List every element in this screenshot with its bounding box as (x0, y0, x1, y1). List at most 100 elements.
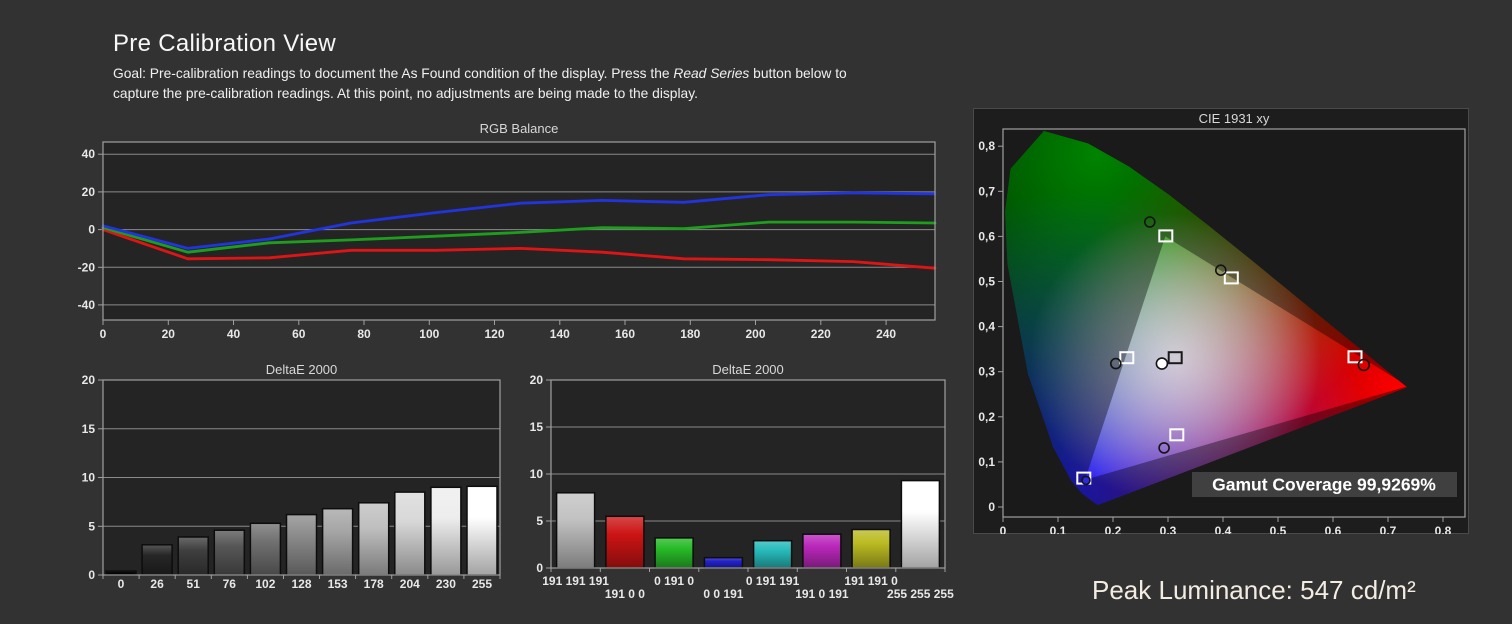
bar-label: 51 (187, 577, 201, 591)
bar-255-255-255 (900, 479, 941, 569)
grayscale-deltae-chart: 0 5 10 15 20 0 26 51 76 102 128 153 178 204 230 255 Delt… (60, 358, 510, 600)
bar-label: 191 191 191 (542, 574, 609, 588)
bar-102 (249, 522, 282, 576)
rgb-balance-svg: 40200-20-400 20 40 60 80 100 120 140 160 180 200 22… (78, 121, 937, 341)
y-axis-label: 20 (530, 373, 544, 387)
y-axis-label: 0,1 (978, 455, 995, 469)
bar-label: 230 (436, 577, 456, 591)
pre-calibration-view-page: { "page": { "title": "Pre Calibration Vi… (0, 0, 1512, 624)
plot-background (103, 142, 935, 320)
x-axis-label: 160 (615, 327, 635, 341)
bar-204 (394, 491, 426, 576)
bar-label: 0 191 0 (654, 574, 694, 588)
y-axis-label: 0,7 (978, 184, 995, 198)
y-axis-label: 0,6 (978, 229, 995, 243)
bar-230 (430, 486, 462, 576)
bar-label: 0 (118, 577, 125, 591)
color-deltae-chart: 0 5 10 15 20 191 191 191 191 0 0 0 191 0 0 0 191… (510, 358, 965, 613)
y-axis-label: 10 (530, 467, 544, 481)
x-axis-label: 0,1 (1050, 524, 1067, 534)
measured-point-blue (1081, 475, 1091, 486)
grayscale_deltae-svg: 0 5 10 15 20 0 26 51 76 102 128 153 178 204 230 255 Delt… (82, 362, 501, 591)
bar-label: 255 255 255 (887, 587, 954, 601)
y-axis-label: 20 (82, 185, 96, 199)
y-axis-label: -40 (78, 298, 96, 312)
y-axis-label: 10 (82, 471, 96, 485)
bar-128 (285, 513, 318, 576)
x-axis-label: 0,6 (1325, 524, 1342, 534)
bar-76 (213, 529, 246, 576)
x-axis-label: 180 (680, 327, 700, 341)
y-axis-label: 5 (536, 514, 543, 528)
bar-51 (177, 536, 209, 576)
goal-line2: capture the pre-calibration readings. At… (113, 85, 698, 101)
y-axis-label: 5 (88, 519, 95, 533)
x-axis-label: 0,7 (1380, 524, 1397, 534)
x-axis-label: 0,8 (1435, 524, 1452, 534)
x-axis-label: 0,2 (1105, 524, 1122, 534)
cie-1931-svg: 0 0,1 0,2 0,3 0,4 0,5 0,6 0,7 0,8 0 0,1 0,2 0,3 0,4 0,… (973, 108, 1469, 538)
bar-191-191-191 (555, 492, 596, 569)
y-axis-label: 15 (530, 420, 544, 434)
peak-luminance: Peak Luminance: 547 cd/m² (1092, 575, 1416, 605)
goal-text: Goal: Pre-calibration readings to docume… (113, 64, 1073, 103)
y-axis-label: -20 (78, 260, 96, 274)
bar-label: 0 0 191 (703, 587, 743, 601)
chart-title: DeltaE 2000 (712, 362, 784, 377)
bar-153 (321, 507, 354, 576)
bar-label: 76 (223, 577, 237, 591)
cie-1931-chart: 0 0,1 0,2 0,3 0,4 0,5 0,6 0,7 0,8 0 0,1 0,2 0,3 0,4 0,… (973, 108, 1469, 538)
x-axis-label: 40 (227, 327, 241, 341)
bar-26 (141, 544, 173, 576)
bar-191-191-0 (851, 528, 891, 569)
y-axis-label: 0,4 (978, 320, 995, 334)
x-axis-label: 0,4 (1215, 524, 1232, 534)
chart-title: CIE 1931 xy (1199, 111, 1270, 126)
goal-read-series: Read Series (673, 66, 750, 81)
y-axis-label: 0,2 (978, 410, 995, 424)
y-axis-label: 0,5 (978, 275, 995, 289)
x-axis-label: 0 (1000, 524, 1007, 534)
bar-0-191-0 (654, 537, 694, 569)
x-axis-label: 0,5 (1270, 524, 1287, 534)
x-axis-label: 0,3 (1160, 524, 1177, 534)
x-axis-label: 100 (419, 327, 439, 341)
y-axis-label: 0,8 (978, 139, 995, 153)
x-axis-label: 220 (811, 327, 831, 341)
x-axis-label: 80 (357, 327, 371, 341)
measured-point-white (1155, 357, 1169, 370)
x-axis-label: 140 (550, 327, 570, 341)
bar-0-191-191 (752, 539, 793, 569)
bar-label: 178 (364, 577, 384, 591)
bar-label: 153 (328, 577, 348, 591)
x-axis-label: 120 (484, 327, 504, 341)
page-title: Pre Calibration View (113, 30, 336, 57)
bar-label: 191 191 0 (844, 574, 898, 588)
bar-178 (357, 502, 390, 576)
goal-line1-pre: Goal: Pre-calibration readings to docume… (113, 66, 674, 81)
y-axis-label: 0,3 (978, 365, 995, 379)
y-axis-label: 15 (82, 422, 96, 436)
y-axis-label: 0 (88, 223, 95, 237)
goal-line1-post: button below to (749, 66, 847, 81)
bar-label: 128 (291, 577, 311, 591)
chart-title: DeltaE 2000 (266, 362, 338, 377)
x-axis-label: 60 (292, 327, 306, 341)
x-axis-label: 240 (876, 327, 896, 341)
bar-191-0-191 (802, 533, 842, 569)
bar-255 (466, 485, 498, 576)
bar-0-0-191 (703, 556, 744, 569)
bar-191-0-0 (605, 515, 645, 569)
y-axis-label: 0 (536, 561, 543, 575)
x-axis-label: 0 (100, 327, 107, 341)
bar-label: 204 (400, 577, 420, 591)
rgb-balance-chart: 40 20 0 -20 -40 0 20 40 60 80 100 120 140 160 180 200 22… (60, 117, 955, 352)
bar-label: 102 (255, 577, 275, 591)
x-axis-label: 200 (745, 327, 765, 341)
bar-label: 0 191 191 (746, 574, 800, 588)
y-axis-label: 20 (82, 373, 96, 387)
color_deltae-svg: 0 5 10 15 20 191 191 191191 0 0 0 191 0 0 0 191… (530, 362, 954, 601)
bar-label: 26 (150, 577, 164, 591)
y-axis-label: 0 (88, 568, 95, 582)
y-axis-label: 0 (988, 500, 995, 514)
